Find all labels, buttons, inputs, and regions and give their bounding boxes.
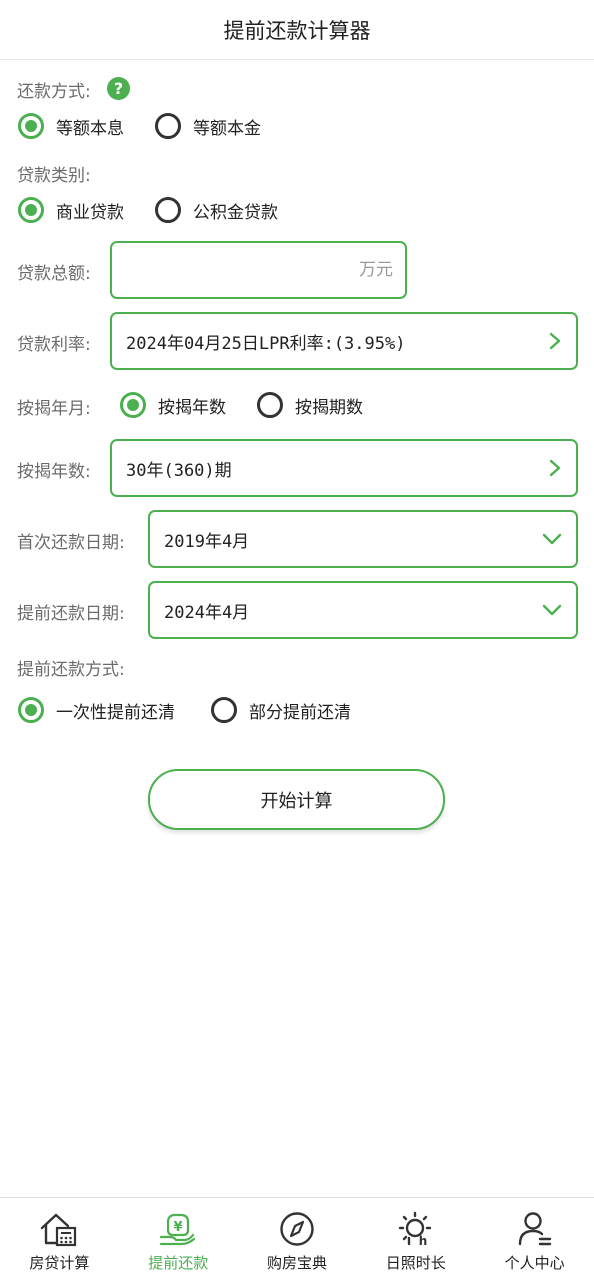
radio-label: 等额本金 xyxy=(193,118,261,139)
radio-label: 等额本息 xyxy=(56,118,124,139)
radio-provident-fund-loan[interactable]: 公积金贷款 xyxy=(155,193,278,227)
radio-partial-prepay[interactable]: 部分提前还清 xyxy=(211,693,351,727)
yuan-hand-icon: ¥ xyxy=(160,1213,196,1246)
tab-label: 房贷计算 xyxy=(29,1254,90,1272)
radio-checked-icon xyxy=(18,197,44,223)
loan-rate-value: 2024年04月25日LPR利率:(3.95%) xyxy=(126,333,406,354)
first-repay-date-dropdown[interactable]: 2019年4月 xyxy=(148,510,578,568)
svg-text:h: h xyxy=(419,1234,428,1247)
compass-icon xyxy=(280,1212,314,1246)
bottom-tab-bar: 房贷计算 ¥ 提前还款 购房宝典 h 日照时长 个人中心 xyxy=(0,1197,594,1281)
user-icon xyxy=(518,1212,551,1246)
radio-label: 按揭期数 xyxy=(295,397,363,418)
house-calculator-icon xyxy=(41,1213,77,1247)
radio-checked-icon xyxy=(120,392,146,418)
radio-mortgage-periods[interactable]: 按揭期数 xyxy=(257,388,363,422)
prepay-date-dropdown[interactable]: 2024年4月 xyxy=(148,581,578,639)
tab-buying-guide[interactable]: 购房宝典 xyxy=(238,1198,357,1281)
radio-equal-installment[interactable]: 等额本息 xyxy=(18,109,124,143)
radio-full-prepay[interactable]: 一次性提前还清 xyxy=(18,693,175,727)
radio-label: 部分提前还清 xyxy=(249,702,351,723)
help-icon[interactable]: ? xyxy=(107,77,130,100)
loan-amount-input[interactable] xyxy=(112,243,405,297)
mortgage-years-selector[interactable]: 30年(360)期 xyxy=(110,439,578,497)
tab-label: 提前还款 xyxy=(148,1254,209,1272)
sun-hours-icon: h xyxy=(398,1211,431,1247)
loan-rate-selector[interactable]: 2024年04月25日LPR利率:(3.95%) xyxy=(110,312,578,370)
mortgage-mode-label: 按揭年月: xyxy=(17,399,91,419)
repay-method-label: 还款方式: xyxy=(17,82,91,102)
radio-commercial-loan[interactable]: 商业贷款 xyxy=(18,193,124,227)
radio-mortgage-years[interactable]: 按揭年数 xyxy=(120,388,226,422)
loan-rate-label: 贷款利率: xyxy=(17,335,91,355)
page-title: 提前还款计算器 xyxy=(0,0,594,60)
radio-unchecked-icon xyxy=(257,392,283,418)
first-repay-date-value: 2019年4月 xyxy=(164,531,250,552)
radio-label: 一次性提前还清 xyxy=(56,702,175,723)
start-calculate-button[interactable]: 开始计算 xyxy=(148,769,445,830)
svg-text:¥: ¥ xyxy=(174,1220,183,1235)
mortgage-years-label: 按揭年数: xyxy=(17,462,91,482)
tab-early-repayment[interactable]: ¥ 提前还款 xyxy=(119,1198,238,1281)
chevron-down-icon xyxy=(542,533,562,545)
chevron-right-icon xyxy=(549,459,561,477)
tab-profile[interactable]: 个人中心 xyxy=(475,1198,594,1281)
radio-unchecked-icon xyxy=(155,113,181,139)
tab-label: 日照时长 xyxy=(385,1254,446,1272)
tab-mortgage-calc[interactable]: 房贷计算 xyxy=(0,1198,119,1281)
loan-amount-field[interactable] xyxy=(110,241,407,299)
radio-checked-icon xyxy=(18,113,44,139)
radio-unchecked-icon xyxy=(211,697,237,723)
mortgage-years-value: 30年(360)期 xyxy=(126,460,232,481)
loan-type-label: 贷款类别: xyxy=(17,166,91,186)
radio-label: 按揭年数 xyxy=(158,397,226,418)
prepay-date-value: 2024年4月 xyxy=(164,602,250,623)
radio-equal-principal[interactable]: 等额本金 xyxy=(155,109,261,143)
radio-label: 商业贷款 xyxy=(56,202,124,223)
radio-checked-icon xyxy=(18,697,44,723)
radio-label: 公积金贷款 xyxy=(193,202,278,223)
prepay-method-label: 提前还款方式: xyxy=(17,660,125,680)
chevron-right-icon xyxy=(549,332,561,350)
radio-unchecked-icon xyxy=(155,197,181,223)
tab-label: 个人中心 xyxy=(504,1254,565,1272)
loan-amount-label: 贷款总额: xyxy=(17,264,91,284)
tab-label: 购房宝典 xyxy=(266,1254,327,1272)
tab-sunlight-hours[interactable]: h 日照时长 xyxy=(356,1198,475,1281)
prepay-date-label: 提前还款日期: xyxy=(17,604,125,624)
first-repay-date-label: 首次还款日期: xyxy=(17,533,125,553)
chevron-down-icon xyxy=(542,604,562,616)
